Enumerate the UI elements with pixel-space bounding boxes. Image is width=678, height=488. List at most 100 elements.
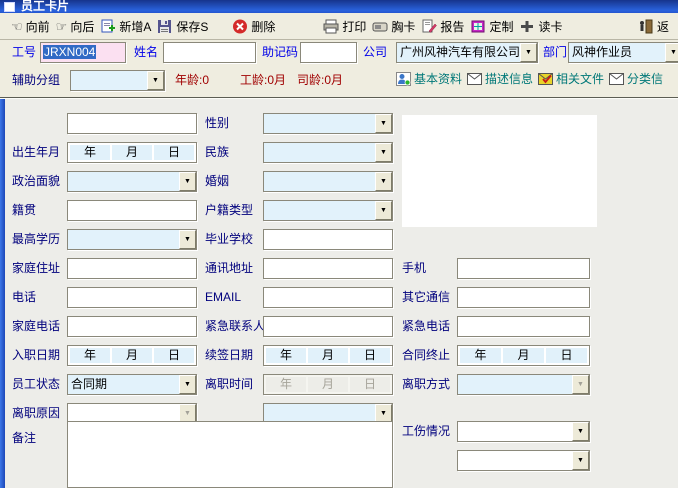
print-button[interactable]: 打印 bbox=[320, 16, 369, 37]
home-addr-label: 家庭住址 bbox=[12, 258, 60, 279]
injury-value-1 bbox=[458, 422, 572, 441]
household-dropdown-arrow[interactable]: ▼ bbox=[375, 201, 392, 220]
add-label: 新增A bbox=[119, 18, 151, 35]
household-dropdown[interactable]: ▼ bbox=[263, 200, 393, 221]
political-dropdown[interactable]: ▼ bbox=[67, 171, 197, 192]
emg-contact-field[interactable] bbox=[263, 316, 393, 337]
badge-button[interactable]: 胸卡 bbox=[369, 16, 418, 37]
extra-name-field[interactable] bbox=[67, 113, 197, 134]
return-button[interactable]: 返 bbox=[635, 16, 672, 37]
name-field[interactable] bbox=[163, 42, 256, 63]
status-dropdown[interactable]: 合同期 ▼ bbox=[67, 374, 197, 395]
other-comm-field[interactable] bbox=[457, 287, 590, 308]
leave-method-dropdown: ▼ bbox=[457, 374, 590, 395]
work-age-stat: 工龄:0月 bbox=[240, 70, 286, 91]
header-panel: 工号 JRXN004 姓名 助记码 公司 广州风神汽车有限公司 ▼ 部门 风神作… bbox=[0, 40, 678, 97]
injury-dropdown-2-arrow[interactable]: ▼ bbox=[572, 451, 589, 470]
mnemonic-label: 助记码 bbox=[262, 42, 298, 63]
dept-dropdown-arrow[interactable]: ▼ bbox=[665, 43, 678, 62]
aux-group-dropdown-arrow[interactable]: ▼ bbox=[147, 71, 164, 90]
status-dropdown-arrow[interactable]: ▼ bbox=[179, 375, 196, 394]
renew-date-field[interactable]: 年 月 日 bbox=[263, 345, 393, 366]
month-segment: 月 bbox=[308, 348, 348, 363]
month-segment: 月 bbox=[308, 377, 348, 392]
political-dropdown-arrow[interactable]: ▼ bbox=[179, 172, 196, 191]
tab-basic-info[interactable]: 基本资料 bbox=[396, 70, 462, 87]
company-dropdown-arrow[interactable]: ▼ bbox=[520, 43, 537, 62]
home-phone-field[interactable] bbox=[67, 316, 197, 337]
marriage-label: 婚姻 bbox=[205, 171, 229, 192]
badge-icon bbox=[372, 19, 388, 34]
custom-button[interactable]: 定制 bbox=[467, 16, 516, 37]
phone-field[interactable] bbox=[67, 287, 197, 308]
day-segment: 日 bbox=[154, 145, 194, 160]
marriage-dropdown[interactable]: ▼ bbox=[263, 171, 393, 192]
injury-dropdown-2[interactable]: ▼ bbox=[457, 450, 590, 471]
remarks-textarea[interactable] bbox=[67, 421, 393, 488]
add-button[interactable]: 新增A bbox=[97, 16, 154, 37]
home-addr-field[interactable] bbox=[67, 258, 197, 279]
leave-reason-label: 离职原因 bbox=[12, 403, 60, 424]
tab-related-files[interactable]: 相关文件 bbox=[538, 70, 604, 87]
school-field[interactable] bbox=[263, 229, 393, 250]
education-dropdown-arrow[interactable]: ▼ bbox=[179, 230, 196, 249]
year-segment: 年 bbox=[70, 348, 110, 363]
return-label: 返 bbox=[657, 18, 669, 35]
ethnic-dropdown[interactable]: ▼ bbox=[263, 142, 393, 163]
gender-dropdown-arrow[interactable]: ▼ bbox=[375, 114, 392, 133]
emp-no-field[interactable]: JRXN004 bbox=[40, 42, 126, 63]
education-dropdown[interactable]: ▼ bbox=[67, 229, 197, 250]
tab-category-label: 分类信 bbox=[627, 70, 663, 87]
contract-end-date-field[interactable]: 年 月 日 bbox=[457, 345, 590, 366]
leave-time-date-field: 年 月 日 bbox=[263, 374, 393, 395]
birth-date-field[interactable]: 年 月 日 bbox=[67, 142, 197, 163]
month-segment: 月 bbox=[503, 348, 544, 363]
readcard-button[interactable]: 读卡 bbox=[516, 16, 565, 37]
emg-phone-label: 紧急电话 bbox=[402, 316, 450, 337]
panel-divider bbox=[0, 97, 678, 99]
injury-dropdown-1-arrow[interactable]: ▼ bbox=[572, 422, 589, 441]
status-value: 合同期 bbox=[68, 375, 179, 394]
gender-dropdown[interactable]: ▼ bbox=[263, 113, 393, 134]
native-field[interactable] bbox=[67, 200, 197, 221]
report-button[interactable]: 报告 bbox=[418, 16, 467, 37]
year-segment: 年 bbox=[460, 348, 501, 363]
email-field[interactable] bbox=[263, 287, 393, 308]
aux-group-label: 辅助分组 bbox=[12, 70, 60, 91]
tab-related-files-label: 相关文件 bbox=[556, 70, 604, 87]
ethnic-dropdown-arrow[interactable]: ▼ bbox=[375, 143, 392, 162]
hire-date-field[interactable]: 年 月 日 bbox=[67, 345, 197, 366]
birth-label: 出生年月 bbox=[12, 142, 60, 163]
forward-label: 向前 bbox=[26, 18, 50, 35]
company-age-stat: 司龄:0月 bbox=[297, 70, 343, 91]
company-dropdown[interactable]: 广州风神汽车有限公司 ▼ bbox=[396, 42, 538, 63]
backward-button[interactable]: ☞ 向后 bbox=[53, 16, 98, 37]
tab-basic-label: 基本资料 bbox=[414, 70, 462, 87]
mnemonic-field[interactable] bbox=[300, 42, 357, 63]
toolbar: ☜ 向前 ☞ 向后 新增A 保存S bbox=[0, 13, 678, 40]
emg-phone-field[interactable] bbox=[457, 316, 590, 337]
injury-dropdown-1[interactable]: ▼ bbox=[457, 421, 590, 442]
forward-button[interactable]: ☜ 向前 bbox=[8, 16, 53, 37]
day-segment: 日 bbox=[350, 348, 390, 363]
education-label: 最高学历 bbox=[12, 229, 60, 250]
window-title: 员工卡片 bbox=[21, 0, 69, 13]
tab-category-info[interactable]: 分类信 bbox=[609, 70, 663, 87]
native-label: 籍贯 bbox=[12, 200, 36, 221]
badge-label: 胸卡 bbox=[391, 18, 415, 35]
marriage-dropdown-arrow[interactable]: ▼ bbox=[375, 172, 392, 191]
delete-label: 删除 bbox=[251, 18, 275, 35]
save-button[interactable]: 保存S bbox=[154, 16, 211, 37]
tab-description-info[interactable]: 描述信息 bbox=[467, 70, 533, 87]
political-label: 政治面貌 bbox=[12, 171, 60, 192]
company-value: 广州风神汽车有限公司 bbox=[397, 43, 520, 62]
day-segment: 日 bbox=[546, 348, 587, 363]
aux-group-dropdown[interactable]: ▼ bbox=[70, 70, 165, 91]
exit-door-icon bbox=[638, 19, 654, 34]
mobile-field[interactable] bbox=[457, 258, 590, 279]
delete-button[interactable]: 删除 bbox=[229, 16, 278, 37]
name-label: 姓名 bbox=[134, 42, 158, 63]
mail-addr-field[interactable] bbox=[263, 258, 393, 279]
dept-dropdown[interactable]: 风神作业员 ▼ bbox=[568, 42, 678, 63]
leave-method-value bbox=[458, 375, 572, 394]
